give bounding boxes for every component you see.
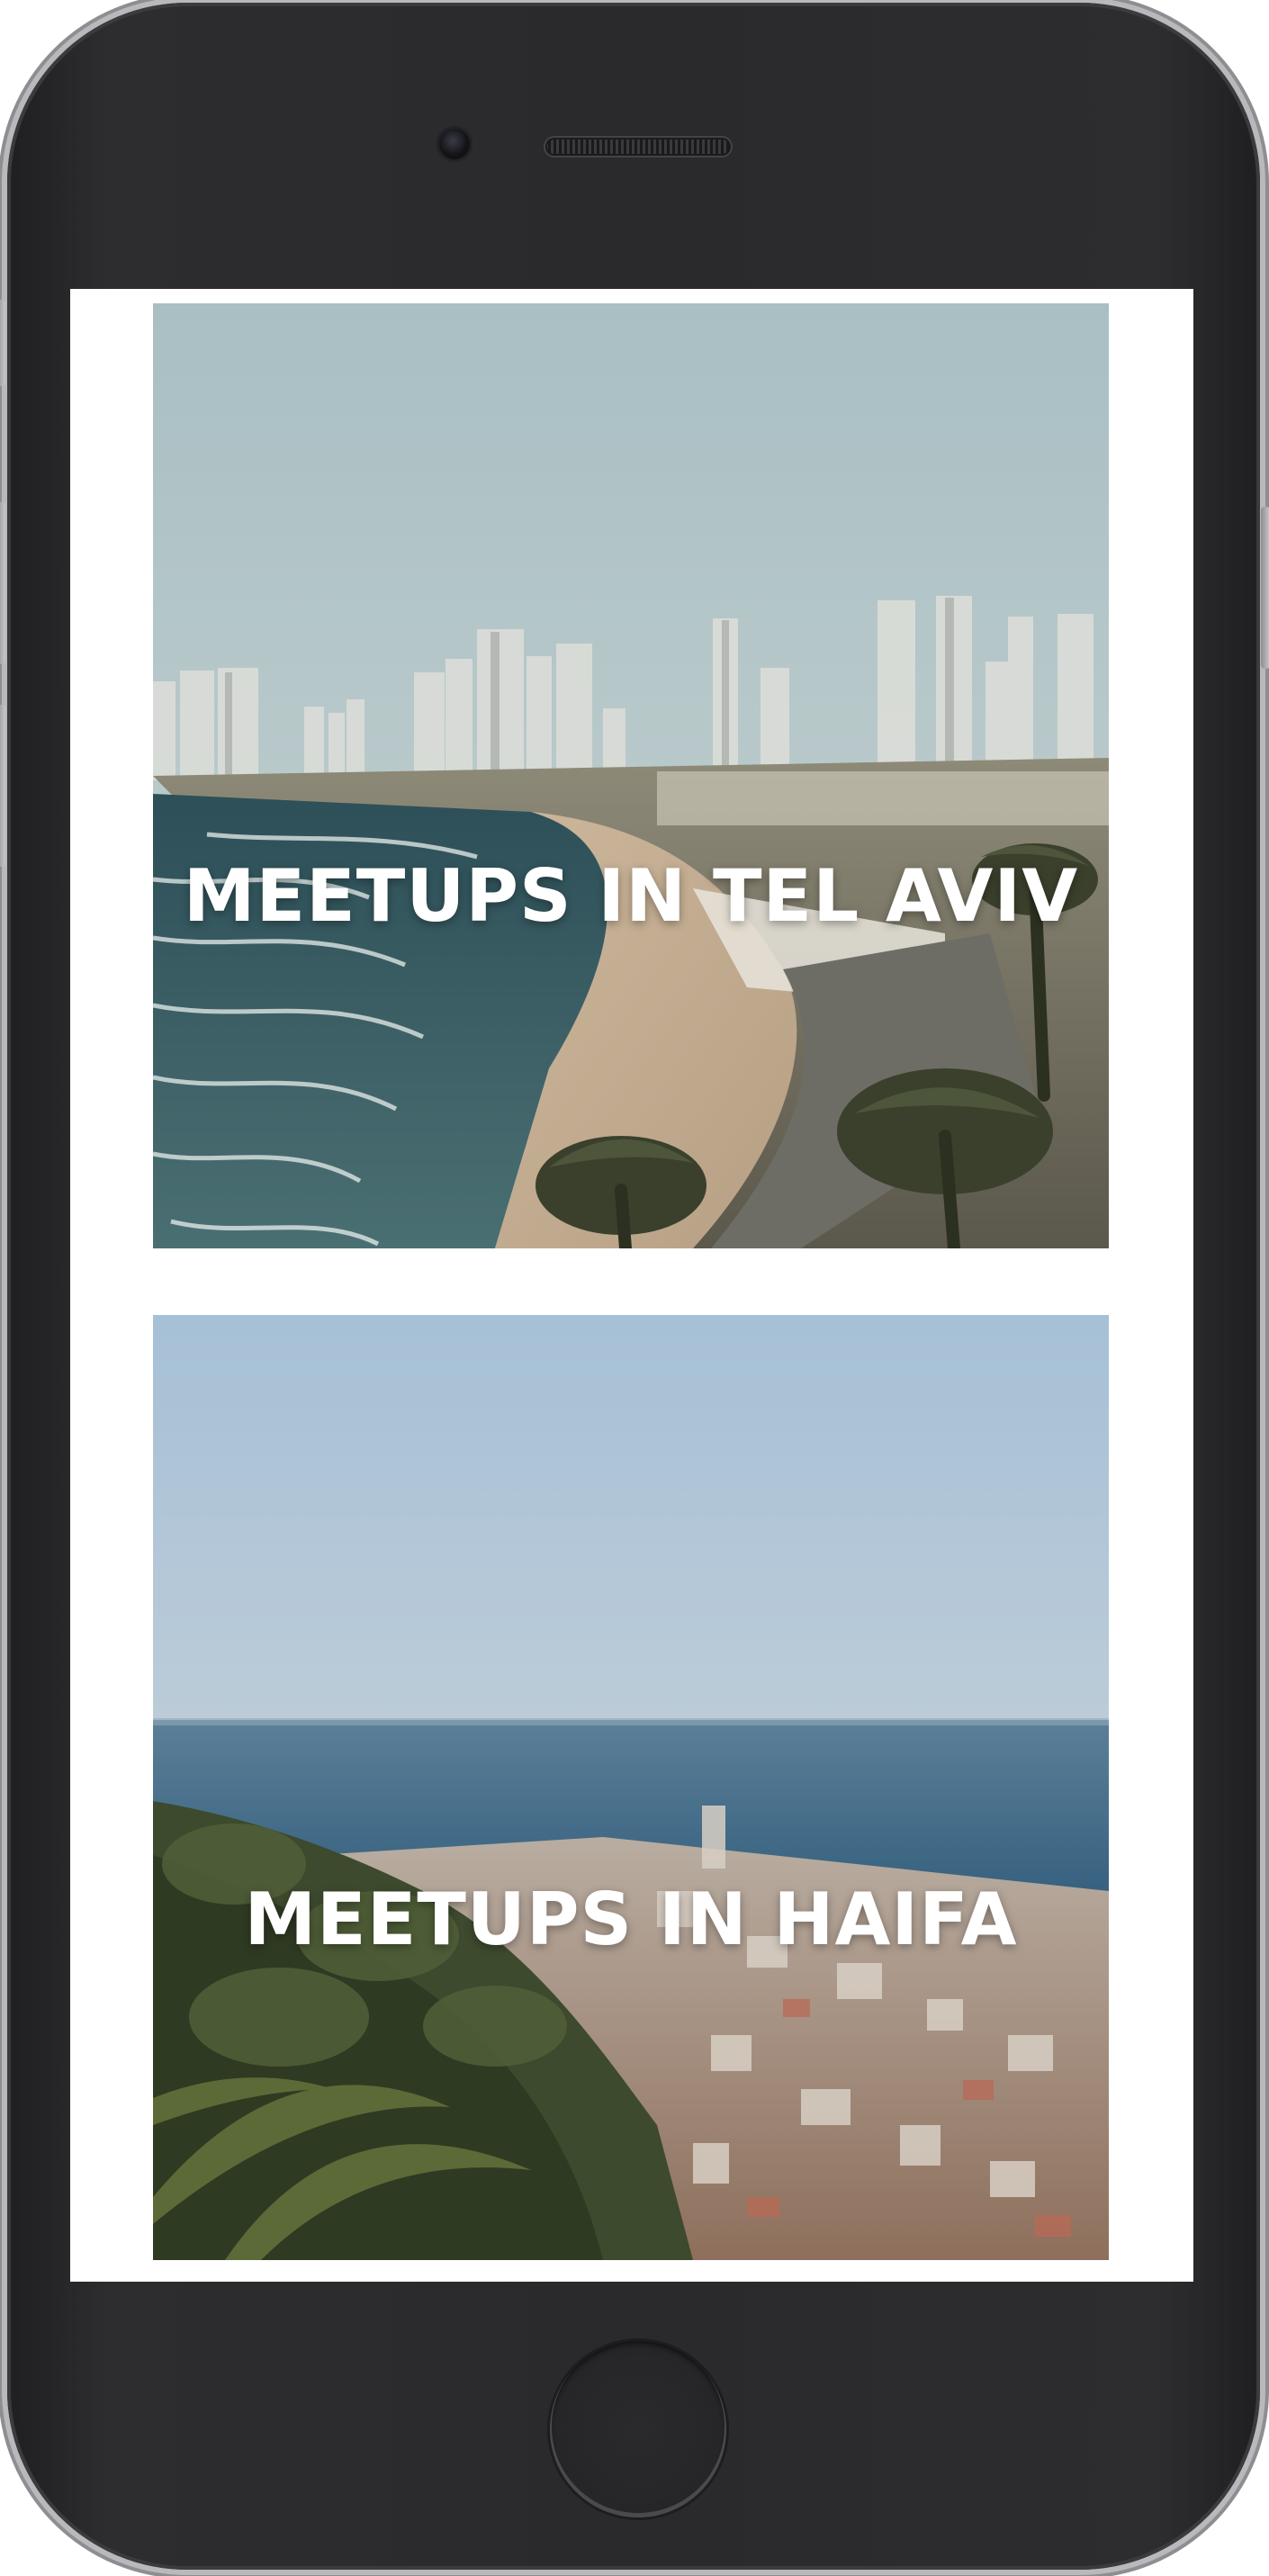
volume-down-button — [0, 705, 5, 867]
tel-aviv-photo — [153, 303, 1109, 1248]
screen: MEETUPS IN TEL AVIV MEETUPS IN HAIFA — [70, 289, 1193, 2282]
card-title-haifa: MEETUPS IN HAIFA — [244, 1878, 1018, 1961]
front-camera — [439, 129, 470, 159]
phone-frame: MEETUPS IN TEL AVIV MEETUPS IN HAIFA — [0, 3, 1269, 2570]
power-button — [1261, 507, 1269, 669]
meetup-card-tel-aviv[interactable]: MEETUPS IN TEL AVIV — [153, 303, 1109, 1248]
card-title-tel-aviv: MEETUPS IN TEL AVIV — [183, 854, 1079, 938]
home-button[interactable] — [550, 2341, 726, 2517]
earpiece-speaker — [545, 138, 731, 156]
meetup-card-haifa[interactable]: MEETUPS IN HAIFA — [153, 1315, 1109, 2260]
mute-switch — [0, 300, 5, 386]
haifa-photo — [153, 1315, 1109, 2260]
volume-up-button — [0, 502, 5, 664]
